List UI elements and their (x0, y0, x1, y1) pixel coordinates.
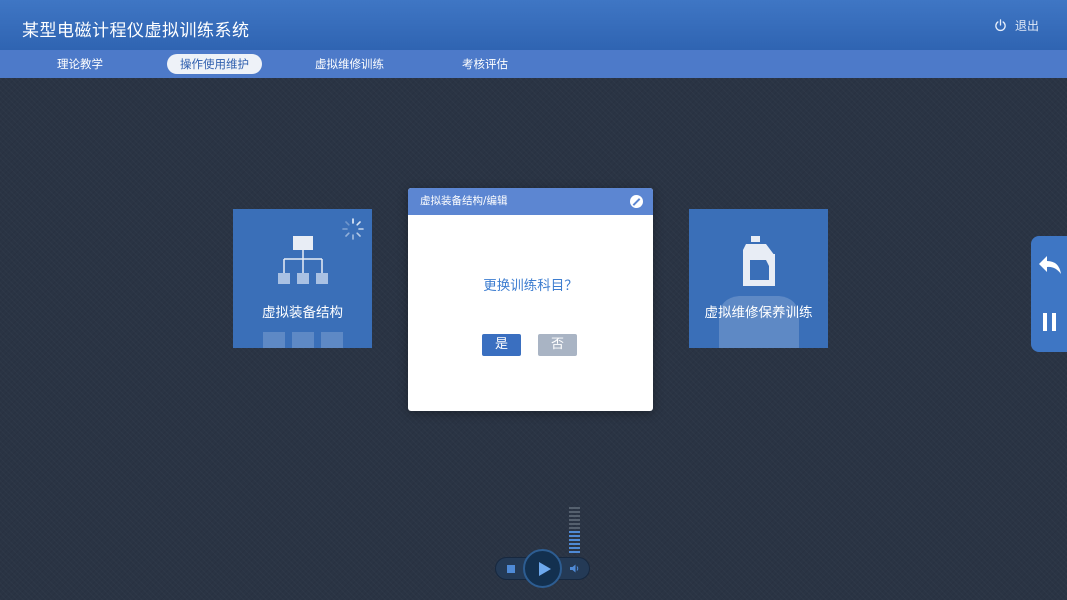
volume-segment (569, 515, 580, 517)
main-nav: 理论教学 操作使用维护 虚拟维修训练 考核评估 (0, 50, 1067, 78)
volume-segment (569, 543, 580, 545)
tab-assessment[interactable]: 考核评估 (449, 54, 521, 74)
volume-segment (569, 531, 580, 533)
volume-segment (569, 519, 580, 521)
confirm-dialog: 虚拟装备结构/编辑 更换训练科目？ 是 否 (408, 188, 653, 411)
tile-label: 虚拟维修保养训练 (704, 305, 813, 321)
tile-label: 虚拟装备结构 (262, 305, 343, 321)
dialog-header: 虚拟装备结构/编辑 (408, 188, 653, 215)
oil-bottle-icon (743, 236, 775, 286)
logout-button[interactable]: 退出 (994, 17, 1039, 34)
app-title: 某型电磁计程仪虚拟训练系统 (22, 21, 250, 41)
tab-operation-maintenance[interactable]: 操作使用维护 (167, 54, 262, 74)
structure-watermark (263, 332, 343, 348)
loading-spinner-icon (342, 218, 364, 240)
volume-segment (569, 523, 580, 525)
play-button[interactable] (523, 549, 562, 588)
yes-button[interactable]: 是 (482, 334, 521, 356)
tab-virtual-repair-training[interactable]: 虚拟维修训练 (302, 54, 397, 74)
volume-segment (569, 551, 580, 553)
power-icon (995, 19, 1006, 32)
app-header: 某型电磁计程仪虚拟训练系统 退出 (0, 0, 1067, 50)
stop-icon[interactable] (507, 565, 515, 573)
no-button[interactable]: 否 (538, 334, 577, 356)
tile-virtual-maintenance-training[interactable]: 虚拟维修保养训练 (689, 209, 828, 348)
back-arrow-icon[interactable] (1038, 254, 1062, 276)
volume-segment (569, 507, 580, 509)
tile-virtual-equipment-structure[interactable]: 虚拟装备结构 (233, 209, 372, 348)
close-icon[interactable] (630, 195, 643, 208)
hierarchy-icon (278, 236, 328, 284)
side-dock (1031, 236, 1067, 352)
volume-segment (569, 539, 580, 541)
volume-segment (569, 511, 580, 513)
tab-theory-teaching[interactable]: 理论教学 (44, 54, 116, 74)
volume-segment (569, 535, 580, 537)
logout-label: 退出 (1014, 19, 1039, 33)
dialog-message: 更换训练科目？ (483, 278, 578, 294)
dialog-title: 虚拟装备结构/编辑 (420, 195, 508, 207)
volume-segment (569, 547, 580, 549)
volume-slider[interactable] (569, 507, 580, 553)
volume-segment (569, 527, 580, 529)
pause-icon[interactable] (1041, 312, 1059, 332)
volume-icon[interactable] (569, 563, 580, 574)
